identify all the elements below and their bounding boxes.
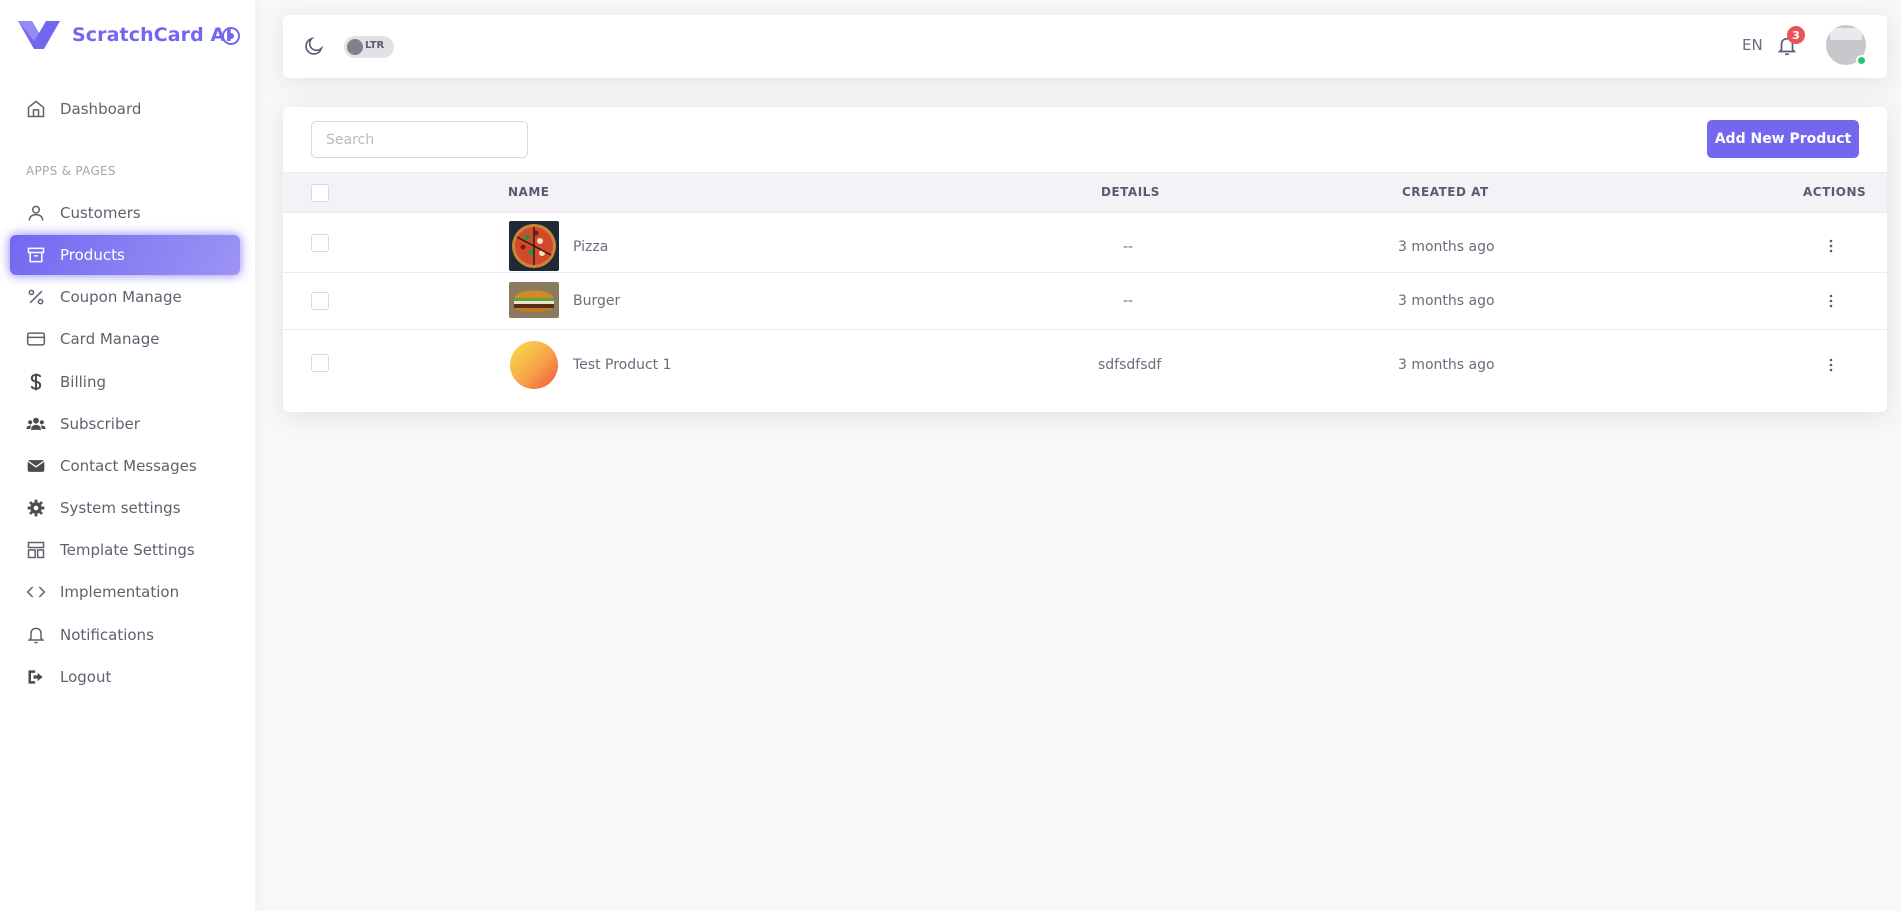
code-icon <box>26 582 46 602</box>
product-created-at: 3 months ago <box>1398 357 1495 373</box>
sidebar-item-label: Implementation <box>60 583 180 601</box>
sidebar: ScratchCard AI Dashboard APPS & PAGES Cu… <box>0 0 255 911</box>
sidebar-item-subscriber[interactable]: Subscriber <box>10 404 240 444</box>
add-new-product-button[interactable]: Add New Product <box>1707 120 1859 158</box>
brand-name: ScratchCard AI <box>72 24 233 46</box>
table-row: Test Product 1 sdfsdfsdf 3 months ago <box>283 330 1887 400</box>
product-created-at: 3 months ago <box>1398 239 1495 255</box>
sidebar-item-system-settings[interactable]: System settings <box>10 488 240 528</box>
sidebar-item-label: Template Settings <box>60 541 195 559</box>
sidebar-item-implementation[interactable]: Implementation <box>10 572 240 612</box>
sidebar-item-notifications[interactable]: Notifications <box>10 615 240 655</box>
sidebar-item-dashboard[interactable]: Dashboard <box>10 89 240 129</box>
home-icon <box>26 99 46 119</box>
user-icon <box>26 203 46 223</box>
sidebar-item-label: Notifications <box>60 626 154 644</box>
direction-toggle[interactable]: LTR <box>344 36 394 58</box>
top-navbar: LTR EN 3 <box>283 15 1887 78</box>
logout-icon <box>26 667 46 687</box>
direction-label: LTR <box>365 40 385 51</box>
product-created-at: 3 months ago <box>1398 293 1495 309</box>
select-all-checkbox[interactable] <box>311 184 329 202</box>
moon-icon[interactable] <box>303 35 325 57</box>
products-card: Add New Product NAME DETAILS CREATED AT … <box>283 107 1887 412</box>
product-name[interactable]: Pizza <box>573 239 608 255</box>
sidebar-item-label: Coupon Manage <box>60 288 182 306</box>
column-header-name[interactable]: NAME <box>508 185 549 199</box>
sidebar-item-card-manage[interactable]: Card Manage <box>10 319 240 359</box>
search-input[interactable] <box>311 121 528 158</box>
gear-icon <box>26 498 46 518</box>
column-header-actions: ACTIONS <box>1803 185 1867 199</box>
sidebar-item-label: Subscriber <box>60 415 140 433</box>
product-thumbnail[interactable] <box>509 340 559 390</box>
sidebar-item-label: Card Manage <box>60 330 160 348</box>
layout-icon <box>26 540 46 560</box>
product-thumbnail[interactable] <box>509 282 559 318</box>
product-name[interactable]: Burger <box>573 293 620 309</box>
section-header: APPS & PAGES <box>26 164 116 178</box>
sidebar-item-customers[interactable]: Customers <box>10 193 240 233</box>
sidebar-item-logout[interactable]: Logout <box>10 657 240 697</box>
column-header-details[interactable]: DETAILS <box>1101 185 1160 199</box>
archive-icon <box>26 245 46 265</box>
brand-logo-icon <box>18 21 60 49</box>
table-header: NAME DETAILS CREATED AT ACTIONS <box>283 172 1887 213</box>
row-checkbox[interactable] <box>311 234 329 252</box>
product-name[interactable]: Test Product 1 <box>573 357 672 373</box>
envelope-icon <box>26 456 46 476</box>
sidebar-item-label: Billing <box>60 373 106 391</box>
sidebar-item-label: Products <box>60 246 125 264</box>
sidebar-item-label: System settings <box>60 499 181 517</box>
sidebar-item-label: Contact Messages <box>60 457 197 475</box>
bell-icon <box>26 625 46 645</box>
sidebar-item-label: Dashboard <box>60 100 142 118</box>
table-row: Burger -- 3 months ago <box>283 273 1887 330</box>
sidebar-item-billing[interactable]: Billing <box>10 362 240 402</box>
product-thumbnail[interactable] <box>509 221 559 271</box>
language-selector[interactable]: EN <box>1742 36 1763 54</box>
dollar-icon <box>26 372 46 392</box>
more-vertical-icon[interactable] <box>1829 294 1833 308</box>
sidebar-item-template-settings[interactable]: Template Settings <box>10 530 240 570</box>
row-checkbox[interactable] <box>311 354 329 372</box>
product-details: -- <box>1123 293 1134 309</box>
sidebar-collapse-toggle[interactable] <box>222 27 240 45</box>
product-details: sdfsdfsdf <box>1098 357 1162 373</box>
sidebar-item-contact-messages[interactable]: Contact Messages <box>10 446 240 486</box>
more-vertical-icon[interactable] <box>1829 358 1833 372</box>
table-row: Pizza -- 3 months ago <box>283 213 1887 273</box>
more-vertical-icon[interactable] <box>1829 239 1833 253</box>
notification-count-badge: 3 <box>1787 26 1805 44</box>
sidebar-item-products[interactable]: Products <box>10 235 240 275</box>
toggle-knob <box>347 39 363 55</box>
online-status-indicator <box>1856 55 1867 66</box>
users-icon <box>26 414 46 434</box>
product-details: -- <box>1123 239 1134 255</box>
percent-icon <box>26 287 46 307</box>
sidebar-item-label: Logout <box>60 668 112 686</box>
sidebar-item-coupon-manage[interactable]: Coupon Manage <box>10 277 240 317</box>
row-checkbox[interactable] <box>311 292 329 310</box>
credit-card-icon <box>26 329 46 349</box>
column-header-created-at[interactable]: CREATED AT <box>1402 185 1489 199</box>
sidebar-item-label: Customers <box>60 204 141 222</box>
brand[interactable]: ScratchCard AI <box>18 18 233 52</box>
